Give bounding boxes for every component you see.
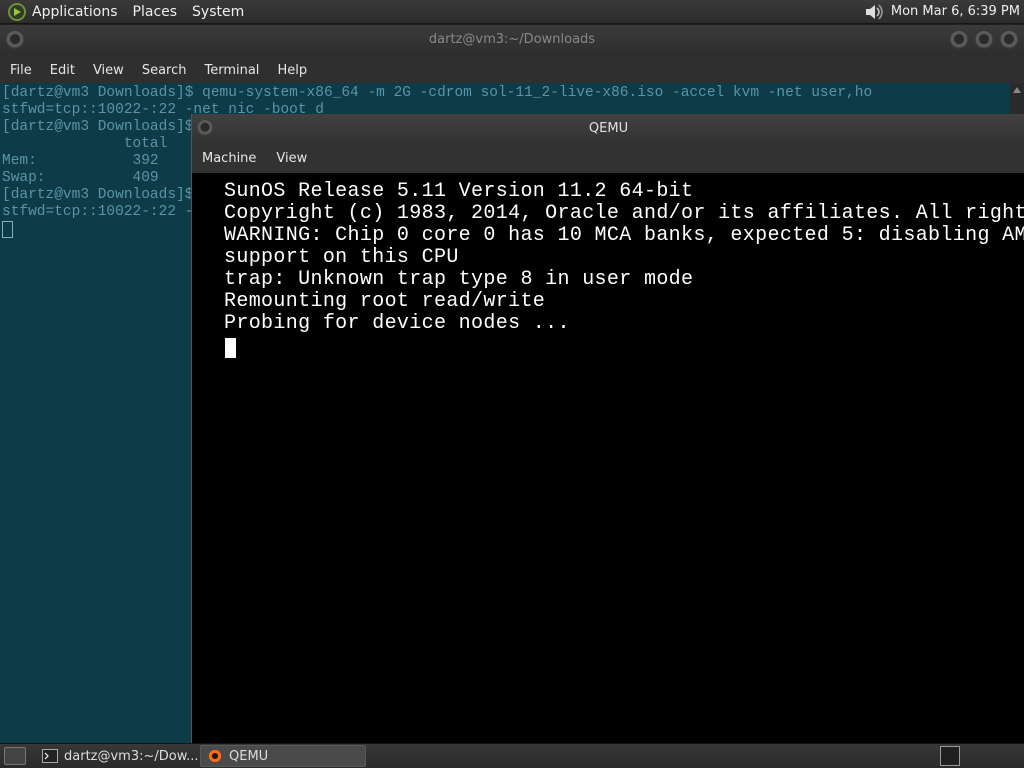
- terminal-cursor: [2, 221, 13, 238]
- maximize-icon[interactable]: [975, 31, 993, 49]
- terminal-line: Swap: 409: [2, 170, 159, 186]
- terminal-titlebar[interactable]: dartz@vm3:~/Downloads: [0, 25, 1024, 57]
- terminal-title: dartz@vm3:~/Downloads: [428, 32, 596, 47]
- clock[interactable]: Mon Mar 6, 6:39 PM: [891, 4, 1020, 19]
- app-menu-logo-icon[interactable]: [7, 2, 27, 22]
- top-panel-menus: Applications Places System: [0, 0, 259, 24]
- terminal-menu-help[interactable]: Help: [277, 63, 307, 78]
- workspace-switcher[interactable]: [940, 746, 960, 766]
- terminal-line: [dartz@vm3 Downloads]$ qemu-system-x86_6…: [2, 85, 873, 101]
- terminal-line: Mem: 392: [2, 153, 159, 169]
- console-line: support on this CPU: [224, 246, 459, 269]
- terminal-menu-search[interactable]: Search: [142, 63, 187, 78]
- console-cursor: [225, 338, 236, 358]
- qemu-titlebar[interactable]: QEMU: [192, 114, 1024, 144]
- terminal-menu-edit[interactable]: Edit: [50, 63, 75, 78]
- terminal-menu-view[interactable]: View: [93, 63, 124, 78]
- qemu-menu-view[interactable]: View: [276, 151, 307, 166]
- volume-icon[interactable]: [863, 2, 885, 22]
- taskbar-item-qemu[interactable]: QEMU: [200, 745, 366, 767]
- console-line: WARNING: Chip 0 core 0 has 10 MCA banks,…: [224, 224, 1024, 247]
- console-line: Probing for device nodes ...: [224, 312, 570, 335]
- qemu-console[interactable]: SunOS Release 5.11 Version 11.2 64-bit C…: [192, 173, 1024, 743]
- terminal-line: total: [2, 136, 168, 152]
- console-line: Remounting root read/write: [224, 290, 546, 313]
- qemu-menu-machine[interactable]: Machine: [202, 151, 256, 166]
- qemu-title: QEMU: [588, 121, 629, 136]
- terminal-menu-terminal[interactable]: Terminal: [204, 63, 259, 78]
- terminal-menubar: File Edit View Search Terminal Help: [0, 57, 1024, 83]
- show-desktop-icon[interactable]: [4, 747, 26, 765]
- qemu-menubar: Machine View: [192, 144, 1024, 173]
- terminal-menu-file[interactable]: File: [10, 63, 32, 78]
- menu-places[interactable]: Places: [133, 4, 178, 20]
- terminal-icon: [42, 749, 58, 763]
- close-icon[interactable]: [1000, 31, 1018, 49]
- qemu-window: QEMU Machine View SunOS Release 5.11 Ver…: [191, 114, 1024, 743]
- taskbar-label: dartz@vm3:~/Dow...: [64, 748, 199, 764]
- taskbar-item-terminal[interactable]: dartz@vm3:~/Dow...: [36, 745, 200, 767]
- taskbar-label: QEMU: [229, 748, 269, 764]
- bottom-panel: dartz@vm3:~/Dow... QEMU: [0, 743, 1024, 768]
- console-line: Copyright (c) 1983, 2014, Oracle and/or …: [224, 202, 1024, 225]
- menu-system[interactable]: System: [192, 4, 244, 20]
- menu-applications[interactable]: Applications: [32, 4, 118, 20]
- qemu-icon: [208, 749, 222, 763]
- system-tray: Mon Mar 6, 6:39 PM: [863, 2, 1024, 22]
- console-line: SunOS Release 5.11 Version 11.2 64-bit: [224, 180, 694, 203]
- scroll-up-arrow-icon[interactable]: [1013, 87, 1021, 93]
- console-line: trap: Unknown trap type 8 in user mode: [224, 268, 694, 291]
- minimize-icon[interactable]: [950, 31, 968, 49]
- top-panel: Applications Places System Mon Mar 6, 6:…: [0, 0, 1024, 24]
